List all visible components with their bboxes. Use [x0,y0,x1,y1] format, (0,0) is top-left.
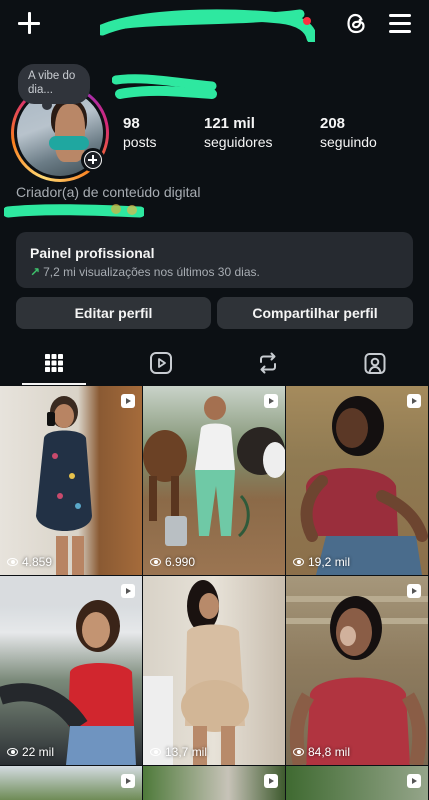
tagged-icon [364,353,385,374]
posts-label: posts [123,134,157,150]
views-count: 19,2 mil [308,555,351,569]
reel-icon [407,584,421,598]
grid-post-6[interactable]: 84,8 mil [286,576,428,765]
tab-tagged[interactable] [321,340,428,386]
profile-category: Criador(a) de conteúdo digital [16,184,201,200]
views-icon [293,558,304,566]
following-label: seguindo [320,134,377,150]
grid-post-5[interactable]: 13,7 mil [143,576,285,765]
name-redaction [112,74,217,99]
views-icon [7,558,18,566]
panel-subtitle: ↗ 7,2 mi visualizações nos últimos 30 dia… [30,265,260,279]
views-count: 13,7 mil [165,745,208,759]
tab-reels[interactable] [107,340,214,386]
grid-post-7[interactable] [0,766,142,800]
views-count: 6.990 [165,555,196,569]
add-story-icon[interactable] [81,148,105,172]
trend-up-icon: ↗ [30,265,41,279]
followers-stat[interactable]: 121 mil seguidores [204,115,273,151]
note-bubble[interactable]: A vibe do dia... [18,64,90,110]
panel-title: Painel profissional [30,245,155,261]
grid-post-1[interactable]: 4.859 [0,386,142,575]
note-text: A vibe do dia... [28,70,76,96]
views-icon [7,748,18,756]
posts-stat[interactable]: 98 posts [123,115,156,151]
posts-grid: 4.859 6.990 19,2 mil 22 mil 13,7 mil 84,… [0,386,429,800]
reel-icon [407,394,421,408]
views-count: 84,8 mil [308,745,351,759]
reel-icon [264,774,278,788]
reel-icon [407,774,421,788]
views-icon [293,748,304,756]
bio-redaction [4,204,144,218]
menu-icon[interactable] [388,12,412,34]
views-icon [150,748,161,756]
grid-post-4[interactable]: 22 mil [0,576,142,765]
edit-profile-button[interactable]: Editar perfil [16,297,211,329]
reel-icon [121,394,135,408]
following-count: 208 [320,115,346,132]
top-bar [0,0,429,48]
share-profile-button[interactable]: Compartilhar perfil [217,297,413,329]
profile-tabs [0,340,429,386]
tab-reposts[interactable] [214,340,321,386]
following-stat[interactable]: 208 seguindo [320,115,377,151]
followers-count: 121 mil [204,115,255,132]
reel-icon [121,584,135,598]
active-tab-indicator [22,383,86,385]
professional-dashboard[interactable]: Painel profissional ↗ 7,2 mi visualizaçõe… [16,232,413,288]
repost-icon [259,352,276,374]
notification-dot [303,17,311,25]
views-count: 22 mil [22,745,55,759]
posts-count: 98 [123,115,140,132]
grid-post-8[interactable] [143,766,285,800]
threads-icon[interactable] [343,10,370,37]
views-count: 4.859 [22,555,53,569]
followers-label: seguidores [204,134,273,150]
grid-icon [44,354,63,372]
username-redaction [100,9,315,42]
reels-icon [149,352,172,374]
grid-post-9[interactable] [286,766,428,800]
create-plus-icon[interactable] [16,10,42,36]
views-icon [150,558,161,566]
grid-post-2[interactable]: 6.990 [143,386,285,575]
reel-icon [121,774,135,788]
tab-grid[interactable] [0,340,107,386]
reel-icon [264,394,278,408]
grid-post-3[interactable]: 19,2 mil [286,386,428,575]
